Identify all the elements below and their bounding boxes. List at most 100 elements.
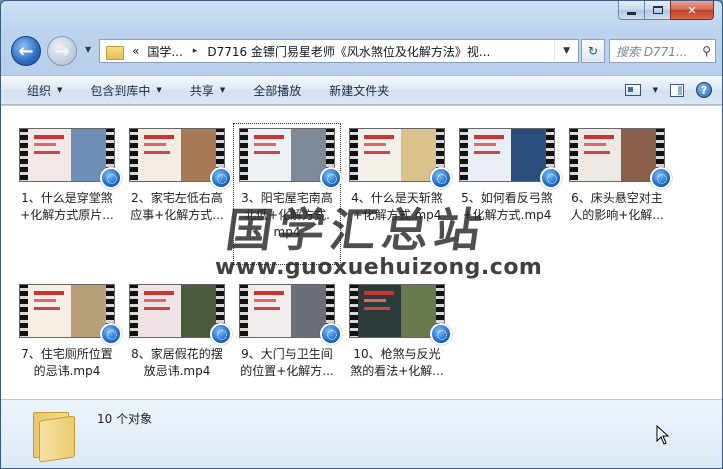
chevron-down-icon: ▼ [219, 86, 226, 94]
film-strip-left [570, 129, 578, 181]
thumbnail-frame [358, 129, 436, 181]
video-file-item[interactable]: 6、床头悬空对主 人的影响+化解... [563, 128, 672, 224]
video-thumbnail [349, 284, 452, 345]
video-file-item[interactable]: 1、什么是穿堂煞 +化解方式原片... [13, 128, 122, 224]
watermark-chinese: 国学汇总站 [222, 203, 491, 257]
chevron-down-icon: ▼ [156, 86, 162, 94]
refresh-icon: ↻ [587, 44, 599, 58]
new-folder-button[interactable]: 新建文件夹 [315, 76, 403, 104]
forward-button[interactable]: → [47, 36, 77, 66]
file-name: 6、床头悬空对主 人的影响+化解... [570, 191, 664, 222]
breadcrumb-overflow[interactable]: « [128, 44, 143, 58]
media-player-badge-icon [210, 323, 232, 345]
command-bar: 组织 ▼ 包含到库中 ▼ 共享 ▼ 全部播放 新建文件夹 ▼ ? [1, 75, 722, 105]
media-player-badge-icon [320, 167, 342, 189]
view-controls: ▼ ? [624, 82, 722, 98]
thumbnail-frame [248, 129, 326, 181]
media-player-badge-icon [100, 323, 122, 345]
share-menu[interactable]: 共享 ▼ [176, 76, 239, 104]
caption-buttons: ✕ [618, 1, 714, 20]
breadcrumb-parent[interactable]: 国学... [143, 43, 186, 60]
video-file-item[interactable]: 7、住宅厕所位置 的忌讳.mp4 [13, 284, 122, 380]
play-all-button[interactable]: 全部播放 [239, 76, 315, 104]
file-list: 1、什么是穿堂煞 +化解方式原片... 2、家宅左低右高 应事+化解方式... … [1, 106, 722, 399]
film-strip-left [20, 129, 28, 181]
thumbnail-frame [578, 129, 656, 181]
film-strip-left [350, 129, 358, 181]
share-label: 共享 [189, 83, 214, 98]
video-thumbnail [349, 128, 452, 189]
refresh-button[interactable]: ↻ [581, 39, 605, 63]
thumbnail-frame [138, 129, 216, 181]
video-thumbnail [129, 128, 232, 189]
search-input[interactable]: 搜索 D771... ⚲ [609, 39, 716, 63]
film-strip-left [130, 285, 138, 337]
arrow-left-icon: ← [18, 40, 34, 62]
film-strip-left [20, 285, 28, 337]
minimize-icon [627, 11, 636, 15]
video-thumbnail [19, 284, 122, 345]
thumbnail-frame [358, 285, 436, 337]
thumbnail-frame [468, 129, 546, 181]
recent-pages-dropdown[interactable]: ▼ [85, 45, 91, 54]
close-button[interactable]: ✕ [670, 1, 714, 20]
media-player-badge-icon [430, 323, 452, 345]
film-strip-left [240, 129, 248, 181]
file-name: 7、住宅厕所位置 的忌讳.mp4 [21, 347, 113, 378]
video-thumbnail [129, 284, 232, 345]
video-thumbnail [239, 128, 342, 189]
video-thumbnail [239, 284, 342, 345]
file-name: 8、家居假花的摆 放忌讳.mp4 [131, 347, 223, 378]
media-player-badge-icon [430, 167, 452, 189]
video-file-item[interactable]: 10、枪煞与反光 煞的看法+化解... [343, 284, 452, 380]
navigation-row: ← → ▼ « 国学... ▸ D7716 金镖门易星老师《风水煞位及化解方法》… [9, 35, 716, 66]
folder-icon [106, 44, 124, 60]
explorer-window: ✕ ← → ▼ « 国学... ▸ D7716 金镖门易星老师《风水煞位及化解方… [0, 0, 723, 469]
thumbnail-frame [28, 129, 106, 181]
maximize-icon [652, 6, 663, 14]
video-thumbnail [569, 128, 672, 189]
breadcrumb-separator-icon[interactable]: ▸ [187, 46, 204, 56]
film-strip-left [130, 129, 138, 181]
file-name: 9、大门与卫生间 的位置+化解方... [240, 347, 334, 378]
video-file-item[interactable]: 2、家宅左低右高 应事+化解方式... [123, 128, 232, 224]
item-count: 10 个对象 [97, 412, 153, 426]
watermark-url: www.guoxuehuizong.com [215, 255, 543, 280]
search-placeholder: 搜索 D771... [616, 44, 688, 59]
arrow-right-icon: → [54, 40, 70, 62]
thumbnail-frame [248, 285, 326, 337]
media-player-badge-icon [650, 167, 672, 189]
maximize-button[interactable] [644, 1, 670, 20]
film-strip-left [240, 285, 248, 337]
thumbnail-frame [138, 285, 216, 337]
details-pane: 10 个对象 [1, 399, 722, 468]
chevron-down-icon: ▼ [57, 86, 63, 94]
media-player-badge-icon [210, 167, 232, 189]
folder-icon [31, 408, 77, 463]
media-player-badge-icon [100, 167, 122, 189]
back-button[interactable]: ← [11, 36, 41, 66]
search-icon[interactable]: ⚲ [702, 44, 711, 58]
preview-pane-icon[interactable] [670, 83, 684, 97]
help-icon[interactable]: ? [696, 82, 712, 98]
film-strip-left [350, 285, 358, 337]
mouse-cursor-icon [656, 425, 670, 445]
minimize-button[interactable] [618, 1, 644, 20]
include-in-library-label: 包含到库中 [90, 83, 151, 98]
file-name: 1、什么是穿堂煞 +化解方式原片... [20, 191, 114, 222]
view-options-dropdown[interactable]: ▼ [653, 86, 658, 94]
thumbnail-frame [28, 285, 106, 337]
media-player-badge-icon [540, 167, 562, 189]
video-thumbnail [459, 128, 562, 189]
address-bar[interactable]: « 国学... ▸ D7716 金镖门易星老师《风水煞位及化解方法》视... ▼ [99, 39, 579, 63]
include-in-library-menu[interactable]: 包含到库中 ▼ [76, 76, 175, 104]
file-name: 10、枪煞与反光 煞的看法+化解... [350, 347, 444, 378]
organize-menu[interactable]: 组织 ▼ [1, 76, 76, 104]
address-dropdown-button[interactable]: ▼ [554, 40, 578, 62]
video-file-item[interactable]: 9、大门与卫生间 的位置+化解方... [233, 284, 342, 380]
video-file-item[interactable]: 8、家居假花的摆 放忌讳.mp4 [123, 284, 232, 380]
film-strip-left [460, 129, 468, 181]
breadcrumb-current[interactable]: D7716 金镖门易星老师《风水煞位及化解方法》视... [203, 43, 494, 60]
change-view-icon[interactable] [624, 84, 641, 96]
organize-label: 组织 [27, 83, 52, 98]
